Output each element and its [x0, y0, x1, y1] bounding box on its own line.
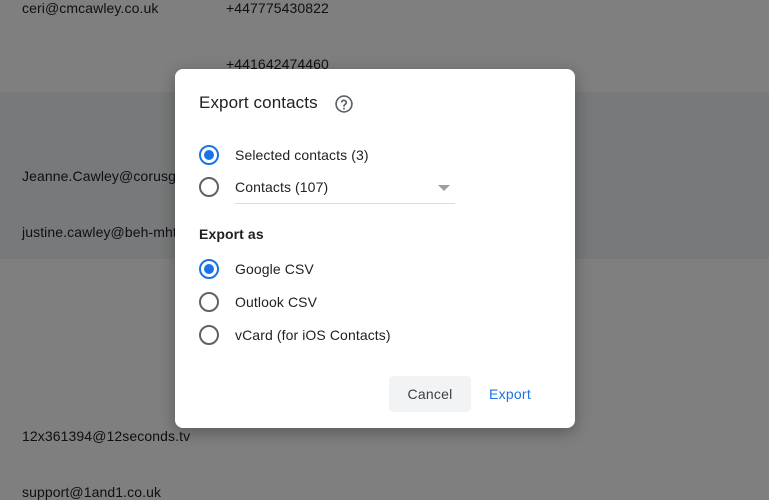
export-button[interactable]: Export: [480, 376, 540, 412]
radio-label: Google CSV: [235, 261, 314, 277]
dropdown-arrow-icon[interactable]: [438, 185, 450, 191]
contacts-group-select[interactable]: Contacts (107): [235, 179, 328, 195]
radio-button[interactable]: [199, 292, 219, 312]
radio-vcard[interactable]: vCard (for iOS Contacts): [199, 324, 391, 346]
export-contacts-dialog: Export contacts Selected contacts (3) Co…: [175, 69, 575, 428]
contacts-page: ceri@cmcawley.co.uk +447775430822 +44164…: [0, 0, 769, 500]
radio-label: Outlook CSV: [235, 294, 318, 310]
export-as-heading: Export as: [199, 226, 264, 242]
radio-label: vCard (for iOS Contacts): [235, 327, 391, 343]
dialog-title: Export contacts: [199, 93, 318, 112]
radio-button-checked[interactable]: [199, 259, 219, 279]
select-underline: [235, 203, 455, 204]
radio-button-checked[interactable]: [199, 145, 219, 165]
radio-google-csv[interactable]: Google CSV: [199, 258, 314, 280]
radio-label: Selected contacts (3): [235, 147, 369, 163]
radio-button[interactable]: [199, 177, 219, 197]
radio-all-contacts[interactable]: Contacts (107): [199, 176, 328, 198]
radio-selected-contacts[interactable]: Selected contacts (3): [199, 144, 369, 166]
help-circle-icon[interactable]: [334, 94, 354, 114]
radio-outlook-csv[interactable]: Outlook CSV: [199, 291, 317, 313]
radio-button[interactable]: [199, 325, 219, 345]
cancel-button[interactable]: Cancel: [389, 376, 471, 412]
